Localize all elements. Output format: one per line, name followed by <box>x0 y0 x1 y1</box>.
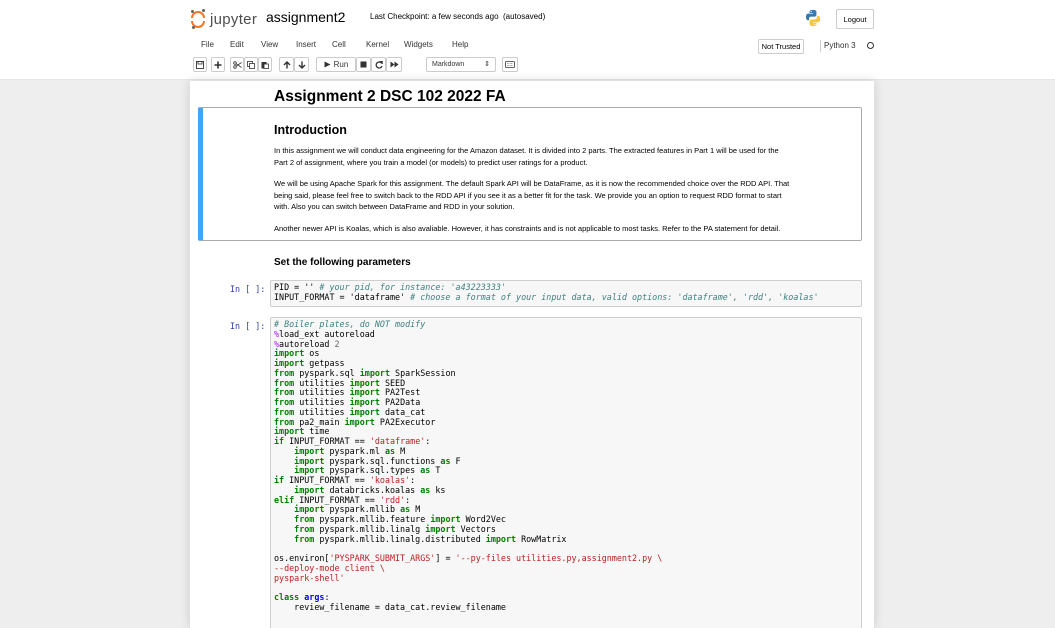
menu-kernel[interactable]: Kernel <box>366 40 389 49</box>
arrow-up-icon <box>283 60 290 68</box>
intro-paragraph-2: We will be using Apache Spark for this a… <box>274 178 854 213</box>
menu-help[interactable]: Help <box>452 40 468 49</box>
interrupt-button[interactable] <box>356 57 371 72</box>
intro-p1-line2: Part 2 of assignment, where you train a … <box>274 157 588 167</box>
code-cell-boilerplate[interactable]: # Boiler plates, do NOT modify %load_ext … <box>270 317 862 628</box>
menu-insert[interactable]: Insert <box>296 40 316 49</box>
kernel-idle-icon <box>867 42 874 49</box>
scissors-icon <box>232 60 242 69</box>
command-palette-button[interactable] <box>502 57 518 72</box>
copy-button[interactable] <box>244 57 258 72</box>
logo-text: jupyter <box>210 10 258 28</box>
cell-prompt-1: In [ ]: <box>230 284 266 294</box>
arrow-down-icon <box>298 61 305 69</box>
cell-type-value: Markdown <box>432 61 465 68</box>
cell-type-select[interactable]: Markdown ⇕ <box>426 57 496 72</box>
fast-forward-icon <box>390 61 398 68</box>
kernel-separator <box>820 40 821 52</box>
intro-p2-line3: with. Also you can switch between DataFr… <box>274 202 515 211</box>
paste-icon <box>261 61 269 69</box>
intro-p2-line2: being said, please feel free to switch b… <box>274 190 782 200</box>
move-up-button[interactable] <box>279 57 294 72</box>
jupyter-logo[interactable]: jupyter <box>190 8 257 30</box>
notebook-title: Assignment 2 DSC 102 2022 FA <box>274 88 506 105</box>
notebook-container: Assignment 2 DSC 102 2022 FA Introductio… <box>190 81 874 628</box>
menu-cell[interactable]: Cell <box>332 40 346 49</box>
code-params: PID = '' # your pid, for instance: 'a432… <box>274 282 819 302</box>
keyboard-icon <box>505 61 515 68</box>
menubar: File Edit View Insert Cell Kernel Widget… <box>190 37 874 55</box>
notebook-name[interactable]: assignment2 <box>266 9 345 25</box>
insert-cell-button[interactable] <box>211 57 225 72</box>
parameters-heading: Set the following parameters <box>274 257 411 268</box>
autosave-status: (autosaved) <box>502 12 546 21</box>
restart-run-all-button[interactable] <box>386 57 402 72</box>
save-button[interactable] <box>193 57 207 72</box>
paste-button[interactable] <box>258 57 272 72</box>
save-icon <box>196 60 204 69</box>
kernel-name[interactable]: Python 3 <box>824 41 856 50</box>
copy-icon <box>247 60 255 69</box>
run-button[interactable]: Run <box>316 57 356 72</box>
toolbar: Run Markdown ⇕ <box>190 57 874 73</box>
intro-p2-line1: We will be using Apache Spark for this a… <box>274 179 790 188</box>
notebook-site[interactable]: Assignment 2 DSC 102 2022 FA Introductio… <box>0 81 1055 628</box>
logout-button[interactable]: Logout <box>836 9 874 29</box>
introduction-heading: Introduction <box>274 123 347 137</box>
intro-paragraph-1: In this assignment we will conduct data … <box>274 145 854 168</box>
menu-view[interactable]: View <box>261 40 278 49</box>
checkpoint-text: Last Checkpoint: a few seconds ago <box>370 12 499 21</box>
not-trusted-button[interactable]: Not Trusted <box>758 39 804 54</box>
code-cell-params[interactable]: PID = '' # your pid, for instance: 'a432… <box>270 280 862 307</box>
header-container: jupyter assignment2 Last Checkpoint: a f… <box>190 0 874 36</box>
jupyter-logo-icon <box>190 9 206 29</box>
cut-button[interactable] <box>230 57 244 72</box>
notebook-header: jupyter assignment2 Last Checkpoint: a f… <box>0 0 1055 80</box>
menu-file[interactable]: File <box>201 40 214 49</box>
menu-widgets[interactable]: Widgets <box>404 40 433 49</box>
intro-p1-line1: In this assignment we will conduct data … <box>274 146 779 155</box>
python-kernel-icon <box>805 9 821 27</box>
stop-icon <box>360 61 367 68</box>
run-label: Run <box>333 60 349 69</box>
plus-icon <box>214 61 222 68</box>
select-caret-icon: ⇕ <box>484 61 490 68</box>
move-down-button[interactable] <box>294 57 309 72</box>
restart-button[interactable] <box>371 57 386 72</box>
intro-paragraph-3: Another newer API is Koalas, which is al… <box>274 224 781 233</box>
cell-prompt-2: In [ ]: <box>230 321 266 331</box>
menu-edit[interactable]: Edit <box>230 40 244 49</box>
code-boilerplate: # Boiler plates, do NOT modify %load_ext … <box>274 319 663 612</box>
restart-icon <box>375 60 383 69</box>
play-icon <box>324 61 331 68</box>
checkpoint-status: Last Checkpoint: a few seconds ago (auto… <box>370 12 545 21</box>
